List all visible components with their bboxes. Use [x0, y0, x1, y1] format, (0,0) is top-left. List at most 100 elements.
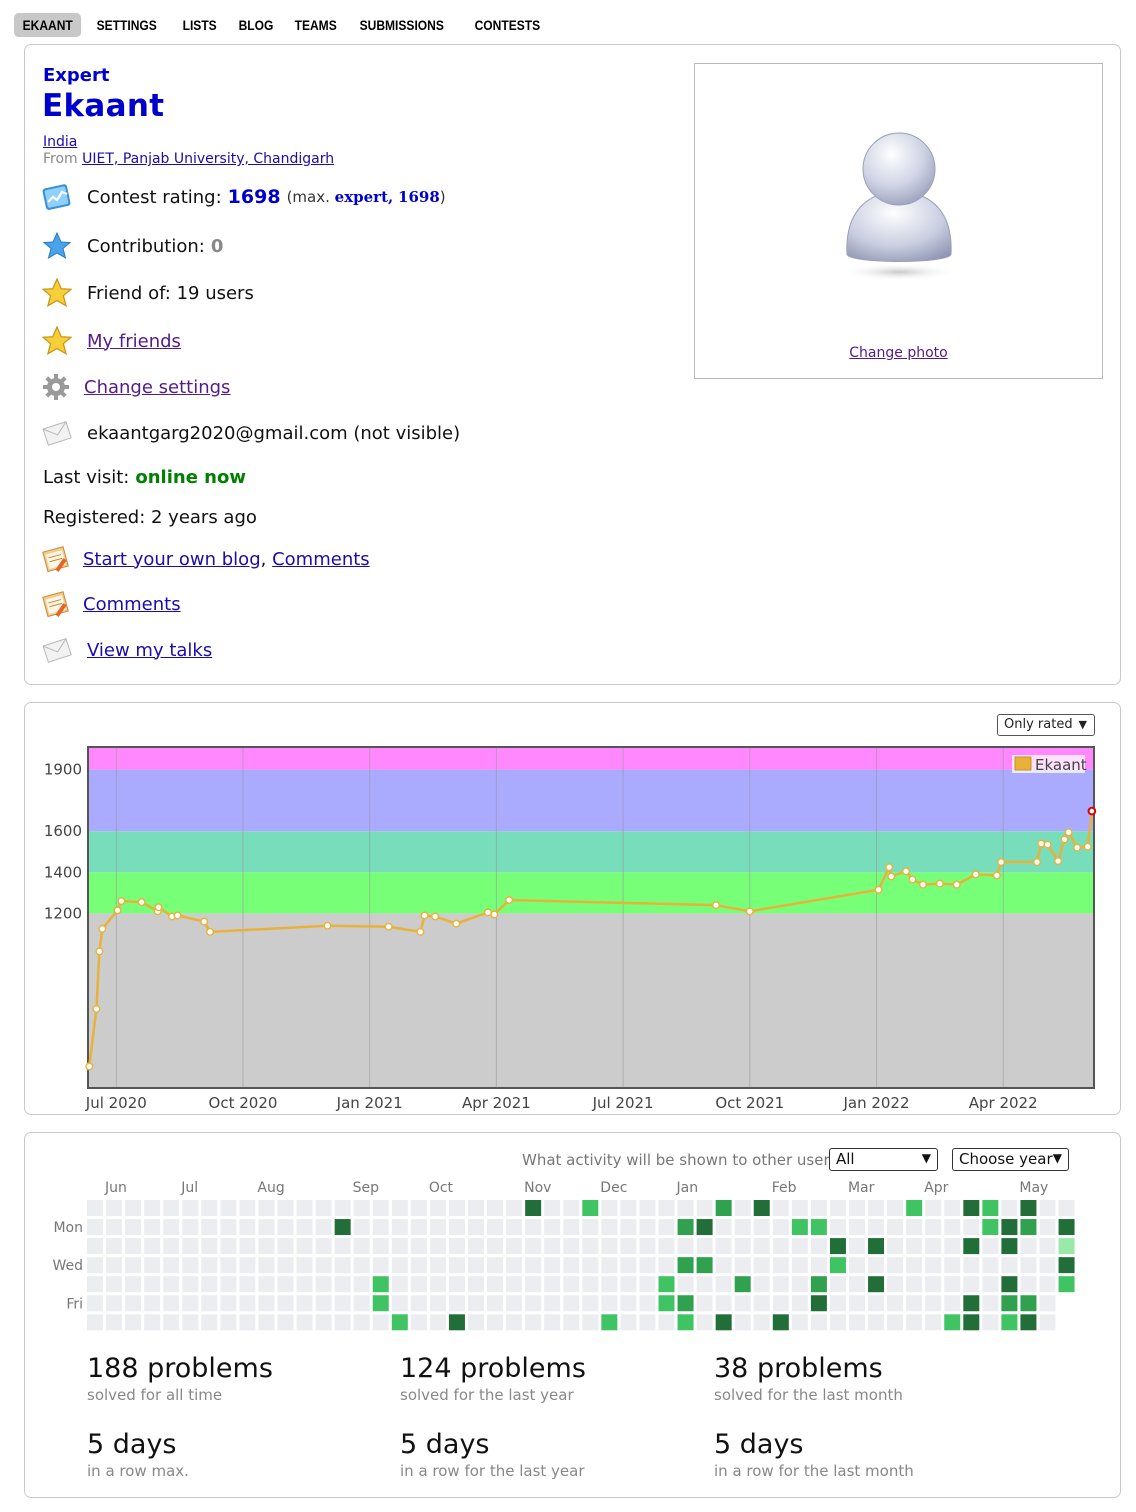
change-photo-link[interactable]: Change photo: [695, 345, 1102, 361]
activity-cell: [258, 1276, 275, 1293]
activity-cell: [258, 1219, 275, 1236]
activity-cell: [639, 1219, 656, 1236]
start-blog-link[interactable]: Start your own blog: [83, 549, 261, 570]
activity-cell: [620, 1276, 637, 1293]
activity-cell: [87, 1200, 103, 1216]
contest-rating-label: Contest rating:: [87, 186, 222, 208]
tab-lists[interactable]: LISTS: [174, 13, 225, 37]
activity-cell: [849, 1295, 865, 1312]
activity-cell: [487, 1276, 504, 1293]
activity-cell: [982, 1295, 999, 1312]
activity-cell: [1058, 1238, 1075, 1255]
rating-point: [117, 897, 126, 906]
activity-cell: [106, 1257, 123, 1274]
tab-teams[interactable]: TEAMS: [286, 13, 345, 37]
activity-cell: [296, 1219, 313, 1236]
rating-point: [200, 917, 209, 926]
activity-cell: [372, 1200, 389, 1216]
y-tick-label: 1600: [44, 822, 82, 840]
activity-cell: [125, 1238, 142, 1255]
activity-cell: [182, 1219, 199, 1236]
activity-cell: [429, 1219, 446, 1236]
activity-cell: [1039, 1257, 1056, 1274]
activity-cell: [868, 1200, 885, 1216]
activity-cell: [201, 1276, 218, 1293]
activity-cell: [639, 1238, 656, 1255]
tab-submissions[interactable]: SUBMISSIONS: [351, 13, 452, 37]
activity-cell: [944, 1314, 961, 1331]
activity-cell: [868, 1257, 885, 1274]
activity-cell: [87, 1238, 103, 1255]
activity-cell: [810, 1314, 827, 1331]
activity-cell: [144, 1314, 161, 1331]
comments-link-2[interactable]: Comments: [83, 594, 181, 615]
activity-cell: [1001, 1257, 1018, 1274]
activity-cell: [391, 1257, 408, 1274]
activity-cell: [448, 1219, 465, 1236]
rating-point: [490, 910, 499, 919]
activity-cell: [410, 1295, 427, 1312]
organization-link[interactable]: UIET, Panjab University, Chandigarh: [82, 151, 334, 167]
month-label: Mar: [848, 1180, 875, 1196]
activity-cell: [887, 1295, 904, 1312]
gold-star-icon: [41, 277, 73, 309]
comments-link[interactable]: Comments: [272, 549, 370, 570]
activity-cell: [372, 1314, 389, 1331]
activity-cell: [696, 1276, 713, 1293]
x-tick-label: Jan 2022: [842, 1094, 909, 1112]
activity-cell: [925, 1257, 942, 1274]
activity-cell: [353, 1295, 370, 1312]
activity-cell: [582, 1314, 599, 1331]
activity-cell: [791, 1238, 808, 1255]
x-tick-label: Jan 2021: [336, 1094, 403, 1112]
activity-cell: [315, 1200, 332, 1216]
activity-cell: [1020, 1238, 1037, 1255]
rated-filter-select[interactable]: Only rated ▼: [997, 714, 1095, 736]
activity-cell: [810, 1276, 827, 1293]
stat-value: 5 days: [714, 1429, 804, 1460]
country-link[interactable]: India: [43, 134, 77, 150]
rating-point: [384, 922, 393, 931]
activity-cell: [753, 1200, 770, 1216]
activity-cell: [829, 1200, 846, 1216]
activity-cell: [1039, 1295, 1056, 1312]
tab-blog[interactable]: BLOG: [230, 13, 282, 37]
activity-cell: [391, 1219, 408, 1236]
tab-settings[interactable]: SETTINGS: [88, 13, 165, 37]
activity-cell: [506, 1276, 523, 1293]
tab-contests[interactable]: CONTESTS: [466, 13, 549, 37]
tab-profile[interactable]: EKAANT: [14, 13, 82, 37]
activity-cell: [220, 1219, 237, 1236]
activity-cell: [582, 1257, 599, 1274]
activity-cell: [239, 1276, 256, 1293]
activity-cell: [1058, 1200, 1075, 1216]
month-label: Apr: [924, 1180, 948, 1196]
activity-cell: [182, 1314, 199, 1331]
activity-cell: [315, 1238, 332, 1255]
activity-cell: [163, 1276, 180, 1293]
activity-cell: [410, 1200, 427, 1216]
activity-cell: [734, 1314, 751, 1331]
activity-cell: [1039, 1200, 1056, 1216]
day-label: Fri: [66, 1296, 83, 1312]
rating-point: [952, 880, 961, 889]
talks-row: View my talks: [41, 634, 212, 666]
activity-cell: [106, 1295, 123, 1312]
blog-notepad-icon: [41, 588, 71, 620]
activity-cell: [468, 1238, 484, 1255]
activity-cell: [372, 1238, 389, 1255]
activity-cell: [601, 1276, 618, 1293]
change-settings-link[interactable]: Change settings: [84, 377, 230, 398]
activity-cell: [772, 1257, 789, 1274]
stat-value: 5 days: [400, 1429, 490, 1460]
activity-cell: [163, 1257, 180, 1274]
contribution-row: Contribution: 0: [41, 230, 223, 262]
activity-cell: [944, 1219, 961, 1236]
my-friends-link[interactable]: My friends: [87, 331, 181, 352]
view-talks-link[interactable]: View my talks: [87, 640, 212, 661]
month-label: Jul: [180, 1180, 198, 1196]
activity-cell: [448, 1314, 465, 1331]
activity-cell: [372, 1257, 389, 1274]
activity-cell: [258, 1238, 275, 1255]
activity-cell: [201, 1200, 218, 1216]
